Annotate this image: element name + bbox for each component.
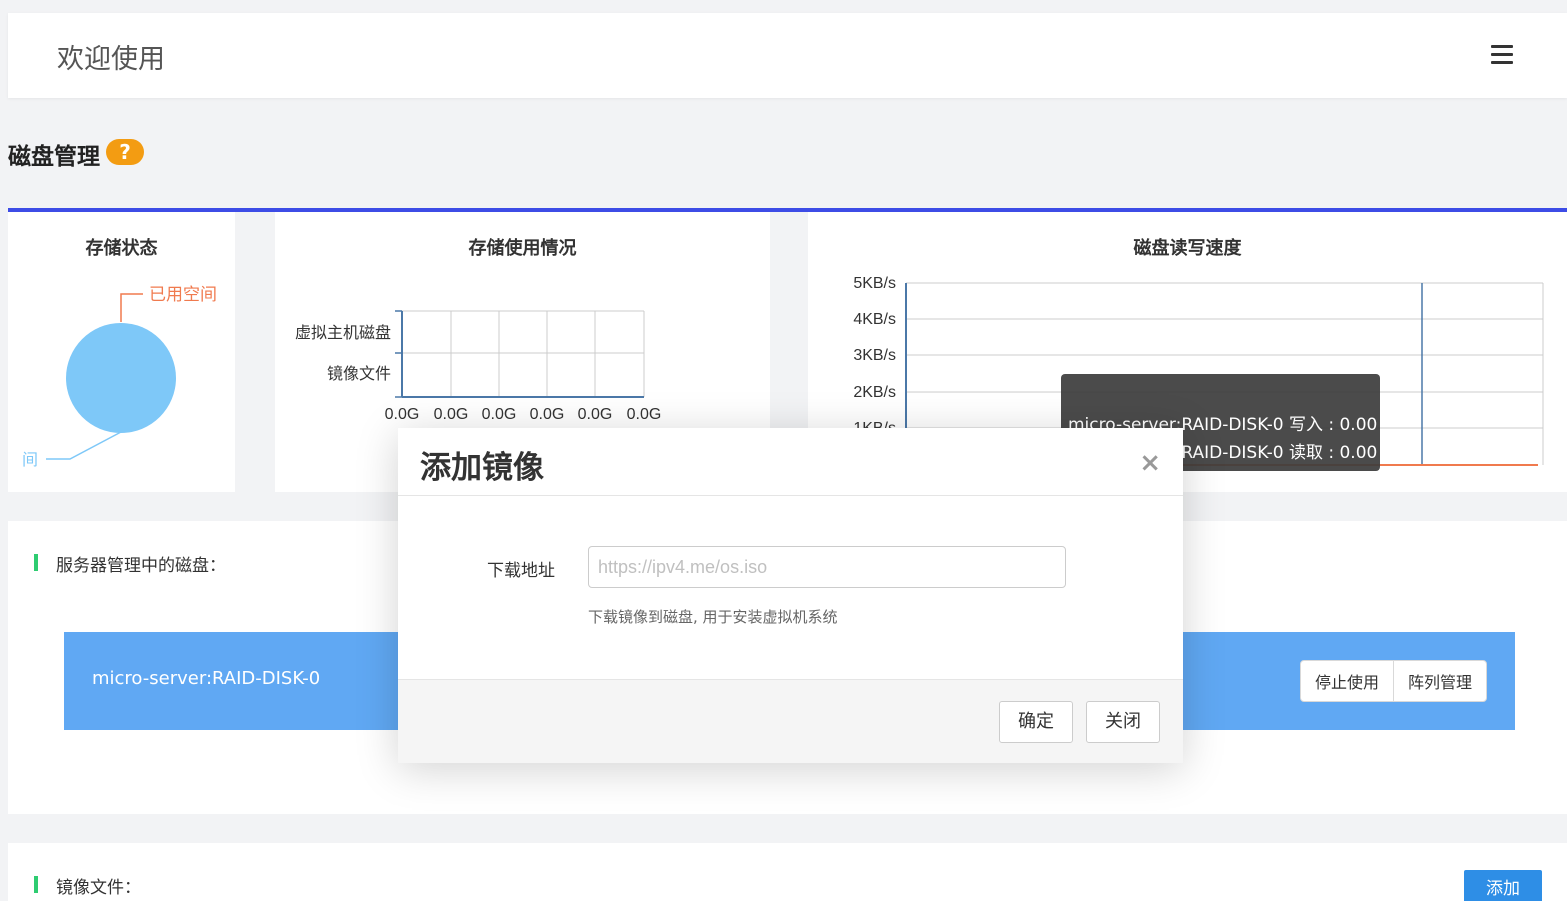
close-button[interactable]: 关闭: [1086, 701, 1160, 743]
speed-tick-2: 2KB/s: [853, 384, 896, 401]
legend-used-label: 已用空间: [149, 285, 217, 304]
add-image-button[interactable]: 添加: [1464, 870, 1542, 901]
usage-tick-5: 0.0G: [627, 406, 662, 423]
top-bar: 欢迎使用: [8, 13, 1567, 98]
usage-tick-0: 0.0G: [385, 406, 420, 423]
legend-line-free: [46, 431, 122, 460]
hamburger-icon[interactable]: [1491, 45, 1513, 65]
usage-row-label-vm-disk: 虚拟主机磁盘: [295, 323, 391, 342]
storage-status-pie: 已用空间 间: [22, 285, 217, 469]
add-image-modal: 添加镜像 × 下载地址 下载镜像到磁盘, 用于安装虚拟机系统 确定 关闭: [398, 428, 1183, 763]
array-manage-button[interactable]: 阵列管理: [1392, 661, 1486, 701]
close-icon[interactable]: ×: [1139, 448, 1161, 478]
modal-title: 添加镜像: [420, 450, 544, 486]
usage-grid: [402, 310, 645, 397]
page-title: 磁盘管理: [8, 144, 100, 170]
speed-tick-3: 3KB/s: [853, 347, 896, 364]
download-url-help: 下载镜像到磁盘, 用于安装虚拟机系统: [588, 608, 838, 626]
server-disks-label: 服务器管理中的磁盘：: [34, 551, 226, 576]
legend-free-label: 间: [22, 451, 38, 469]
speed-tick-4: 4KB/s: [853, 311, 896, 328]
storage-status-card: 存储状态 已用空间 间: [8, 212, 235, 492]
stop-use-button[interactable]: 停止使用: [1301, 661, 1393, 701]
help-icon[interactable]: ?: [106, 139, 144, 165]
modal-footer: 确定 关闭: [398, 679, 1183, 763]
legend-line-used: [120, 293, 143, 322]
confirm-button[interactable]: 确定: [999, 701, 1073, 743]
modal-header: 添加镜像 ×: [398, 428, 1183, 496]
usage-tick-4: 0.0G: [578, 406, 613, 423]
download-url-input[interactable]: [588, 546, 1066, 588]
usage-tick-2: 0.0G: [482, 406, 517, 423]
images-label: 镜像文件：: [34, 873, 141, 898]
images-panel: 镜像文件： 添加: [8, 843, 1567, 901]
usage-row-label-image: 镜像文件: [327, 364, 391, 383]
speed-tick-5: 5KB/s: [853, 275, 896, 292]
pie-slice-free: [66, 323, 176, 433]
disk-name: micro-server:RAID-DISK-0: [92, 668, 321, 689]
welcome-title: 欢迎使用: [57, 44, 165, 75]
usage-tick-3: 0.0G: [530, 406, 565, 423]
download-url-label: 下载地址: [487, 561, 555, 581]
disk-actions: 停止使用 阵列管理: [1299, 660, 1487, 702]
usage-tick-1: 0.0G: [434, 406, 469, 423]
